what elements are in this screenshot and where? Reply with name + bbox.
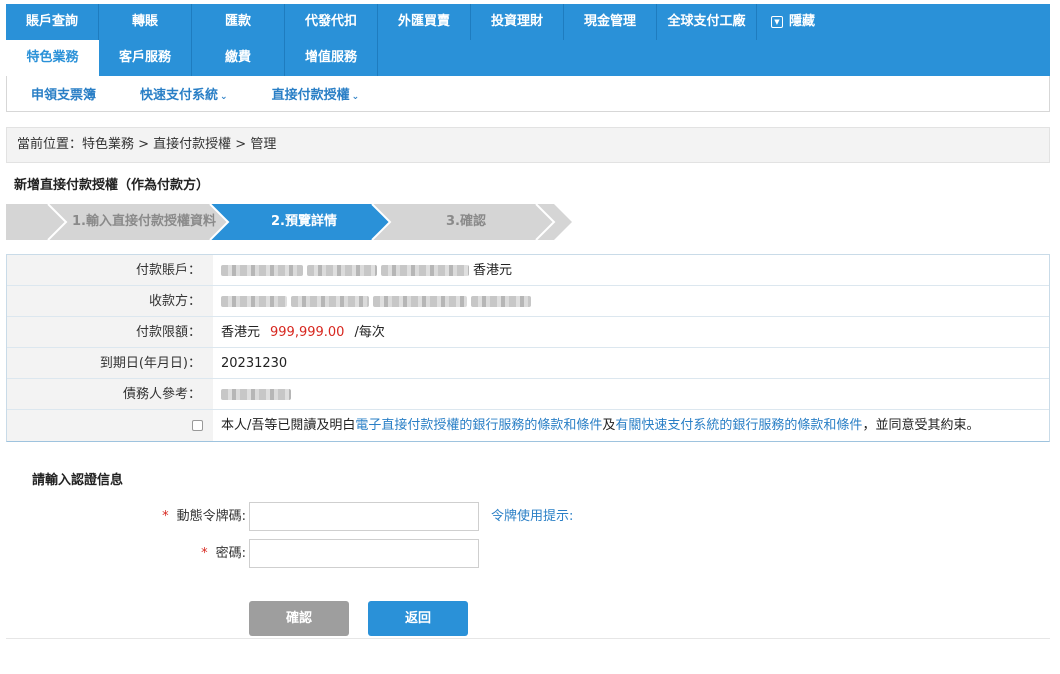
step-1-label: 1.輸入直接付款授權資料	[72, 214, 216, 229]
expiry-label: 到期日(年月日)：	[7, 348, 213, 378]
terms-checkbox[interactable]	[192, 420, 203, 431]
fps-terms-link[interactable]: 有關快速支付系統的銀行服務的條款和條件	[615, 410, 862, 441]
nav-hide-label: 隱藏	[789, 14, 816, 29]
nav-special-services[interactable]: 特色業務	[6, 40, 99, 76]
step-2-label: 2.預覽詳情	[271, 214, 337, 229]
main-nav-row-1: 賬戶查詢 轉賬 匯款 代發代扣 外匯買賣 投資理財 現金管理 全球支付工廠 ▼ …	[6, 4, 1050, 40]
detail-row-payer-account: 付款賬戶： 香港元	[7, 255, 1049, 286]
nav-customer-service[interactable]: 客戶服務	[99, 40, 192, 76]
terms-suffix: ，並同意受其約束。	[862, 418, 980, 433]
subnav-edda[interactable]: 直接付款授權 ⌄	[272, 84, 360, 103]
nav-global-payment[interactable]: 全球支付工廠	[657, 4, 757, 40]
collapse-icon: ▼	[771, 16, 783, 28]
detail-row-expiry: 到期日(年月日)： 20231230	[7, 348, 1049, 379]
password-row: * 密碼:	[6, 539, 706, 569]
page-title: 新增直接付款授權（作為付款方）	[14, 178, 210, 193]
terms-middle: 及	[602, 418, 616, 433]
password-label-text: 密碼:	[215, 546, 246, 561]
nav-hide-button[interactable]: ▼ 隱藏	[757, 4, 829, 40]
redacted-text	[221, 388, 291, 400]
nav-account-inquiry[interactable]: 賬戶查詢	[6, 4, 99, 40]
chevron-down-icon: ⌄	[220, 92, 228, 102]
nav-payroll[interactable]: 代發代扣	[285, 4, 378, 40]
payer-account-label: 付款賬戶：	[7, 255, 213, 285]
confirm-button[interactable]: 確認	[249, 601, 349, 636]
token-input[interactable]	[249, 502, 479, 531]
subnav-fps[interactable]: 快速支付系統 ⌄	[140, 84, 228, 103]
redacted-text	[373, 295, 467, 307]
nav-bill-payment[interactable]: 繳費	[192, 40, 285, 76]
payee-value	[213, 286, 1049, 316]
required-marker: *	[201, 546, 208, 561]
detail-row-payee: 收款方：	[7, 286, 1049, 317]
payer-currency: 香港元	[473, 262, 513, 278]
edda-terms-link[interactable]: 電子直接付款授權的銀行服務的條款和條件	[355, 410, 602, 441]
detail-row-terms: 本人/吾等已閱讀及明白 電子直接付款授權的銀行服務的條款和條件 及 有關快速支付…	[7, 410, 1049, 441]
subnav-fps-label: 快速支付系統	[140, 88, 219, 103]
subnav-cheque-book[interactable]: 申領支票簿	[31, 84, 96, 103]
payee-label: 收款方：	[7, 286, 213, 316]
limit-unit: /每次	[354, 324, 385, 340]
debtor-reference-value	[213, 379, 1049, 409]
terms-prefix: 本人/吾等已閱讀及明白	[221, 418, 356, 433]
step-indicator: 1.輸入直接付款授權資料 2.預覽詳情 3.確認	[6, 204, 1050, 240]
payer-account-value: 香港元	[213, 255, 1049, 285]
required-marker: *	[162, 509, 169, 524]
authorization-details: 付款賬戶： 香港元 收款方： 付款限額： 香港元 999,999.00 /每次 …	[6, 254, 1050, 442]
redacted-text	[307, 264, 377, 276]
detail-row-payment-limit: 付款限額： 香港元 999,999.00 /每次	[7, 317, 1049, 348]
redacted-text	[381, 264, 469, 276]
password-input[interactable]	[249, 539, 479, 568]
redacted-text	[221, 264, 303, 276]
detail-row-debtor-reference: 債務人參考：	[7, 379, 1049, 410]
subnav-edda-label: 直接付款授權	[271, 88, 350, 103]
terms-text: 本人/吾等已閱讀及明白 電子直接付款授權的銀行服務的條款和條件 及 有關快速支付…	[213, 410, 1049, 441]
nav-remittance[interactable]: 匯款	[192, 4, 285, 40]
footer-divider	[6, 638, 1050, 639]
main-nav-row-2: 特色業務 客戶服務 繳費 增值服務	[6, 40, 1050, 76]
token-row: * 動態令牌碼: 令牌使用提示:	[6, 502, 706, 532]
token-label-text: 動態令牌碼:	[176, 509, 246, 524]
redacted-text	[291, 295, 369, 307]
limit-amount: 999,999.00	[270, 324, 345, 340]
password-label: * 密碼:	[201, 539, 246, 569]
redacted-text	[221, 295, 287, 307]
expiry-value: 20231230	[221, 355, 288, 371]
limit-currency: 香港元	[221, 324, 261, 340]
step-track-end	[554, 204, 1050, 240]
debtor-reference-label: 債務人參考：	[7, 379, 213, 409]
nav-investment[interactable]: 投資理財	[471, 4, 564, 40]
nav-cash-management[interactable]: 現金管理	[564, 4, 657, 40]
auth-section-title: 請輸入認證信息	[32, 473, 124, 488]
main-navigation: 賬戶查詢 轉賬 匯款 代發代扣 外匯買賣 投資理財 現金管理 全球支付工廠 ▼ …	[6, 4, 1050, 76]
terms-checkbox-cell	[7, 410, 213, 441]
back-button[interactable]: 返回	[368, 601, 468, 636]
nav-fx-trading[interactable]: 外匯買賣	[378, 4, 471, 40]
token-usage-hint-link[interactable]: 令牌使用提示:	[491, 502, 573, 532]
sub-navigation: 申領支票簿 快速支付系統 ⌄ 直接付款授權 ⌄	[6, 76, 1050, 112]
redacted-text	[471, 295, 531, 307]
step-3-label: 3.確認	[446, 214, 486, 229]
payment-limit-label: 付款限額：	[7, 317, 213, 347]
token-label: * 動態令牌碼:	[162, 502, 246, 532]
payment-limit-value: 香港元 999,999.00 /每次	[213, 317, 1049, 347]
nav-value-added[interactable]: 增值服務	[285, 40, 378, 76]
breadcrumb: 當前位置：特色業務 > 直接付款授權 > 管理	[6, 127, 1050, 163]
nav-transfer[interactable]: 轉賬	[99, 4, 192, 40]
chevron-down-icon: ⌄	[351, 92, 360, 102]
